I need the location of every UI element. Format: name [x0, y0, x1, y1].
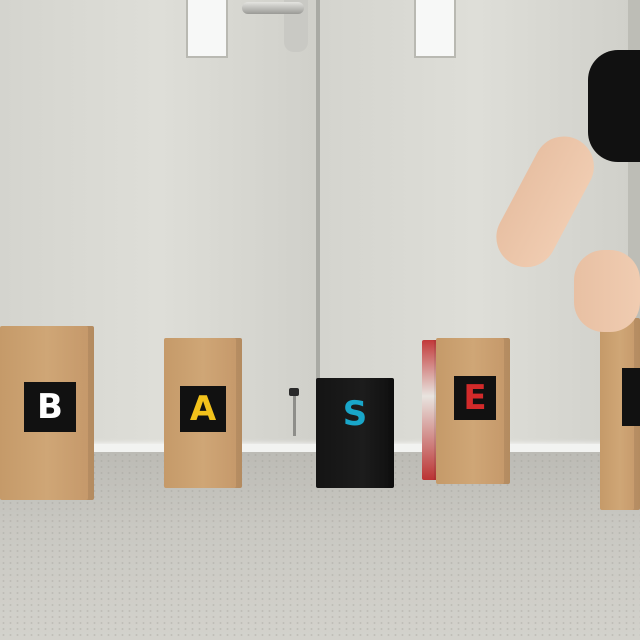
block-a: A: [164, 338, 242, 488]
block-s-label: S: [330, 392, 380, 436]
block-b: B: [0, 326, 94, 500]
photo-scene: B A S E: [0, 0, 640, 640]
block-e: E: [436, 338, 510, 484]
block-e-label: E: [454, 376, 496, 420]
block-partial-label: [622, 368, 640, 426]
door-stop: [289, 388, 299, 440]
block-b-letter: B: [37, 387, 63, 427]
door-handle: [242, 2, 304, 14]
door-window-left: [186, 0, 228, 58]
person-hand: [574, 250, 640, 332]
door-window-right: [414, 0, 456, 58]
block-a-label: A: [180, 386, 226, 432]
block-s-letter: S: [342, 394, 368, 434]
block-a-letter: A: [189, 389, 217, 429]
block-s: S: [316, 378, 394, 488]
person-sleeve: [588, 50, 640, 162]
block-partial: [600, 318, 640, 510]
block-e-letter: E: [463, 378, 487, 418]
block-b-label: B: [24, 382, 76, 432]
